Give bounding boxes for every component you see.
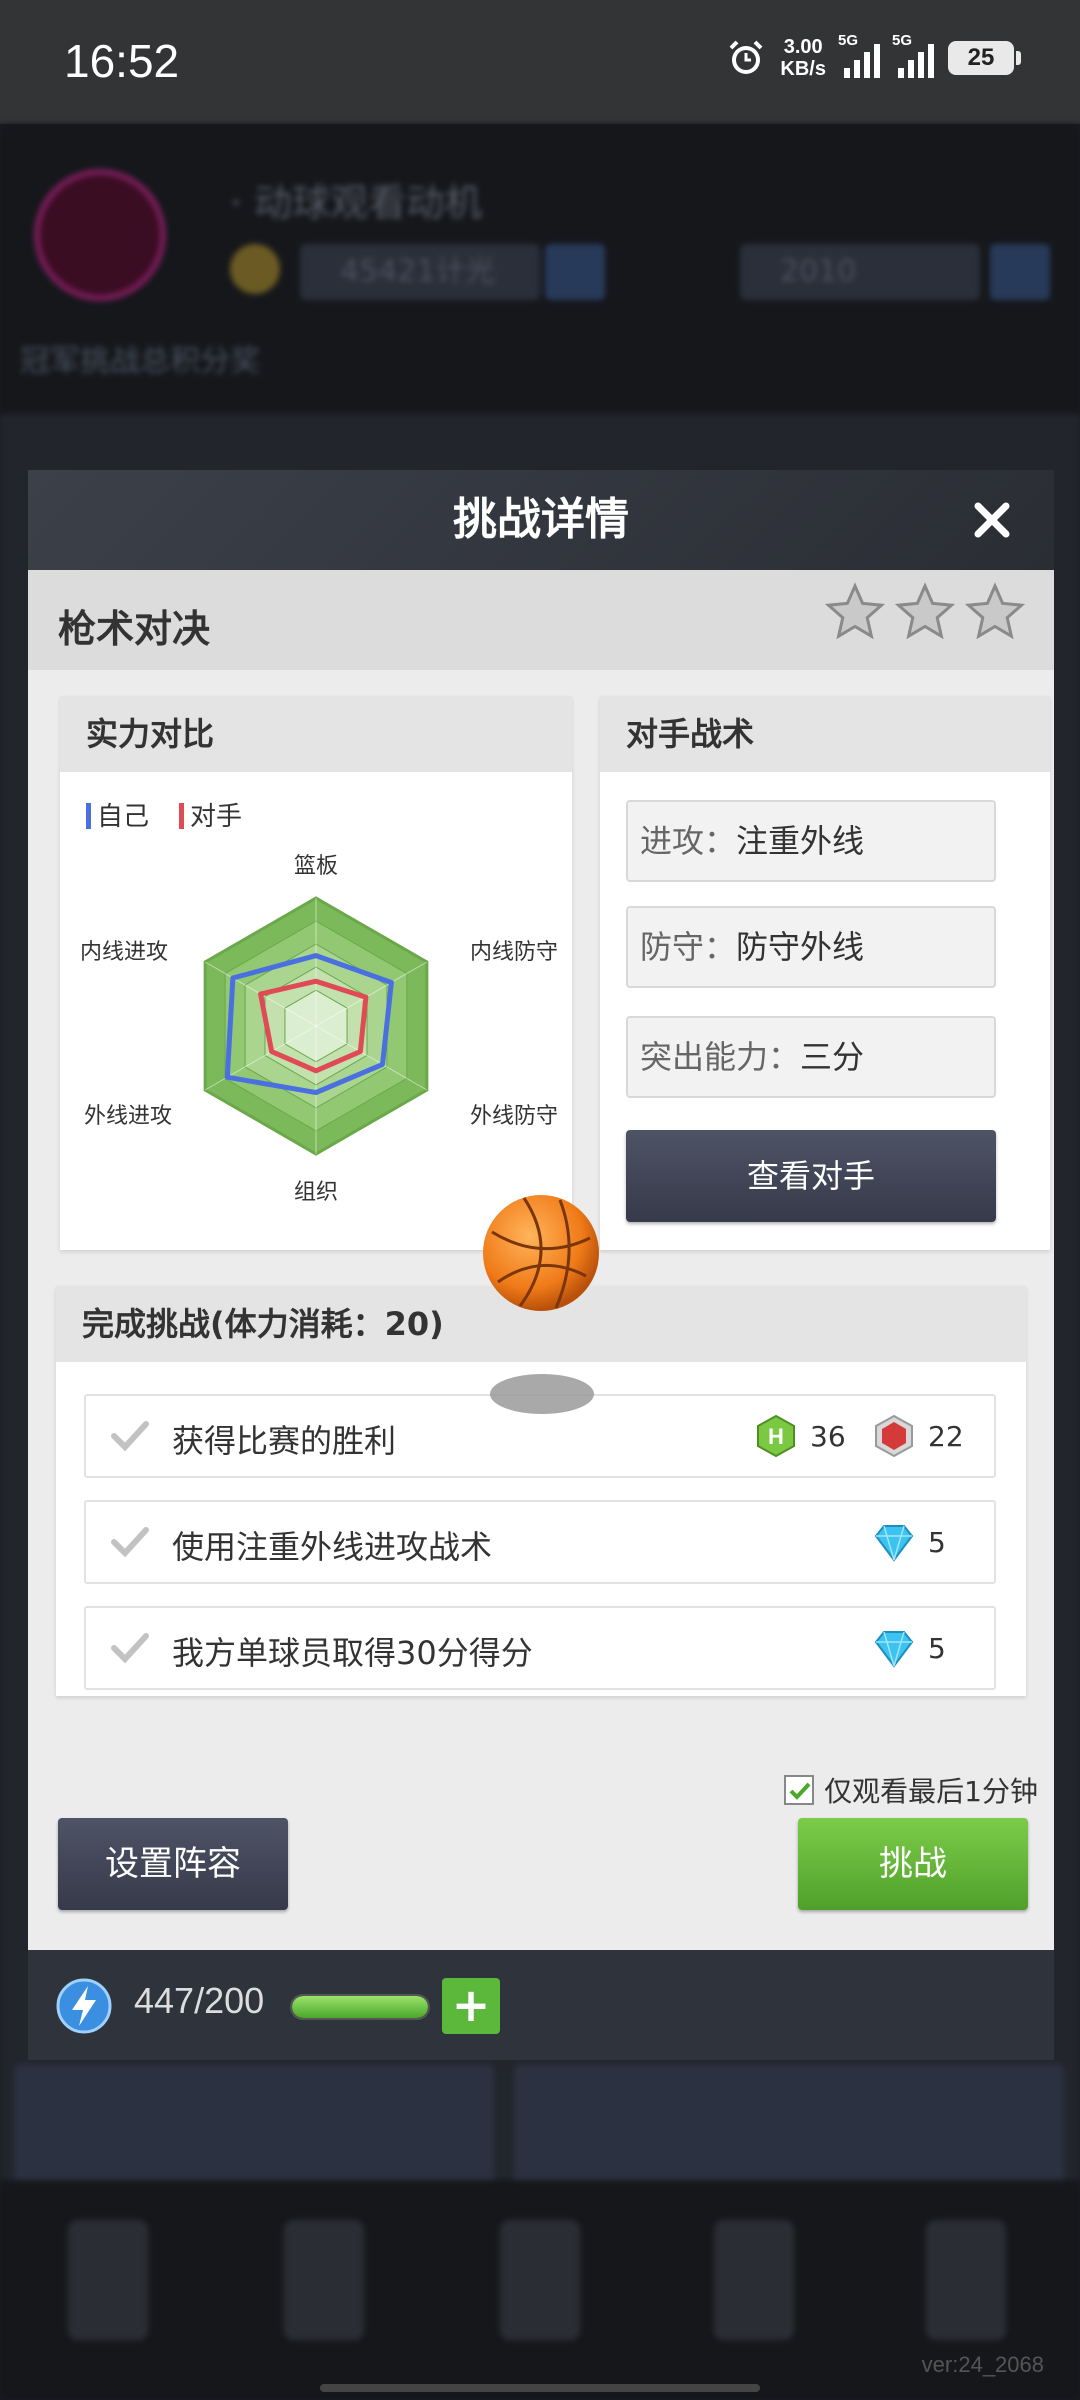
checkmark-icon	[789, 1782, 811, 1800]
star-icon	[824, 582, 886, 640]
radar-label-outside-attack: 外线进攻	[84, 1104, 173, 1129]
task-text: 获得比赛的胜利	[172, 1422, 397, 1460]
strength-comparison-panel: 实力对比 自己 对手 篮板 内线防守 外线防守 组织 外线进攻 内线进攻	[60, 696, 572, 1250]
reward-exp: 22	[872, 1414, 964, 1458]
lightning-icon	[56, 1978, 112, 2034]
background-bottom-nav	[0, 2180, 1080, 2400]
dialog-title-bar: 挑战详情	[28, 470, 1054, 570]
challenge-tasks-panel: 完成挑战(体力消耗：20) 获得比赛的胜利 H 36 22 使用注重外线进攻战术…	[56, 1286, 1026, 1696]
coin-count: 45421计光	[300, 244, 540, 300]
radar-label-inside-attack: 内线进攻	[80, 940, 169, 965]
check-icon	[111, 1421, 149, 1452]
setup-lineup-button[interactable]: 设置阵容	[58, 1818, 288, 1910]
diamond-icon	[874, 1525, 914, 1562]
energy-progress-fill	[292, 1996, 428, 2018]
radar-label-playmaking: 组织	[294, 1180, 339, 1205]
basketball-icon	[483, 1195, 599, 1311]
nav-icon	[500, 2220, 580, 2340]
add-coin-button	[545, 244, 605, 300]
radar-chart	[203, 896, 429, 1156]
gem-count: 2010	[740, 244, 980, 300]
reward-diamond: 5	[872, 1520, 946, 1564]
battery-icon: 25	[948, 41, 1021, 75]
player-name: · 动球观看动机	[230, 181, 483, 225]
watch-last-minute-option[interactable]: 仅观看最后1分钟	[784, 1770, 1038, 1810]
energy-count: 447/200	[134, 1980, 265, 2021]
energy-progress	[290, 1994, 430, 2020]
energy-bar: 447/200 +	[28, 1950, 1054, 2060]
task-text: 使用注重外线进攻战术	[172, 1528, 493, 1566]
svg-text:H: H	[768, 1424, 784, 1449]
add-gem-button	[990, 244, 1050, 300]
nav-icon	[926, 2220, 1006, 2340]
watch-last-minute-label: 仅观看最后1分钟	[824, 1775, 1038, 1808]
task-row: 使用注重外线进攻战术 5	[84, 1500, 996, 1584]
challenge-button[interactable]: 挑战	[798, 1818, 1028, 1910]
close-icon	[974, 502, 1010, 538]
tactics-panel-title: 对手战术	[600, 696, 1050, 772]
network-speed: 3.00 KB/s	[780, 36, 826, 80]
coin-icon	[230, 244, 280, 294]
version-label: ver:24_2068	[921, 2352, 1044, 2377]
reward-h-coin: H 36	[754, 1414, 846, 1458]
home-indicator[interactable]	[320, 2384, 760, 2392]
watch-last-minute-checkbox[interactable]	[784, 1775, 815, 1805]
star-icon	[894, 582, 956, 640]
signal-icon-sim1: 5G	[838, 32, 880, 78]
status-bar: 16:52 3.00 KB/s 5G 5G 25	[0, 0, 1080, 124]
h-coin-icon: H	[757, 1414, 795, 1458]
star-rating	[824, 582, 1026, 644]
view-opponent-button[interactable]: 查看对手	[626, 1130, 996, 1222]
close-button[interactable]	[964, 492, 1020, 548]
avatar	[34, 169, 166, 301]
check-icon	[111, 1527, 149, 1558]
clock: 16:52	[64, 35, 180, 87]
dialog-title: 挑战详情	[453, 494, 629, 545]
star-icon	[964, 582, 1026, 640]
diamond-icon	[874, 1631, 914, 1668]
add-energy-button[interactable]: +	[442, 1978, 500, 2034]
highlight-ability: 突出能力：三分	[626, 1016, 996, 1098]
radar-label-outside-defense: 外线防守	[470, 1104, 559, 1129]
background-header: · 动球观看动机 45421计光 2010 冠军挑战总积分奖	[0, 124, 1080, 414]
nav-icon	[714, 2220, 794, 2340]
mode-header: 枪术对决	[28, 570, 1054, 670]
task-row: 我方单球员取得30分得分 5	[84, 1606, 996, 1690]
radar-label-inside-defense: 内线防守	[470, 940, 559, 965]
attack-tactic: 进攻：注重外线	[626, 800, 996, 882]
signal-icon-sim2: 5G	[892, 32, 934, 78]
status-icons: 3.00 KB/s 5G 5G 25	[726, 32, 1021, 80]
exp-icon	[875, 1414, 913, 1458]
mode-title: 枪术对决	[58, 607, 211, 651]
status-line: 冠军挑战总积分奖	[20, 344, 260, 379]
defense-tactic: 防守：防守外线	[626, 906, 996, 988]
radar-label-rebound: 篮板	[294, 854, 339, 879]
nav-icon	[68, 2220, 148, 2340]
nav-icon	[284, 2220, 364, 2340]
alarm-icon	[730, 40, 763, 74]
check-icon	[111, 1633, 149, 1664]
reward-diamond: 5	[872, 1626, 946, 1670]
opponent-tactics-panel: 对手战术 进攻：注重外线 防守：防守外线 突出能力：三分 查看对手	[600, 696, 1050, 1250]
task-text: 我方单球员取得30分得分	[172, 1634, 533, 1672]
ball-shadow	[490, 1374, 594, 1414]
